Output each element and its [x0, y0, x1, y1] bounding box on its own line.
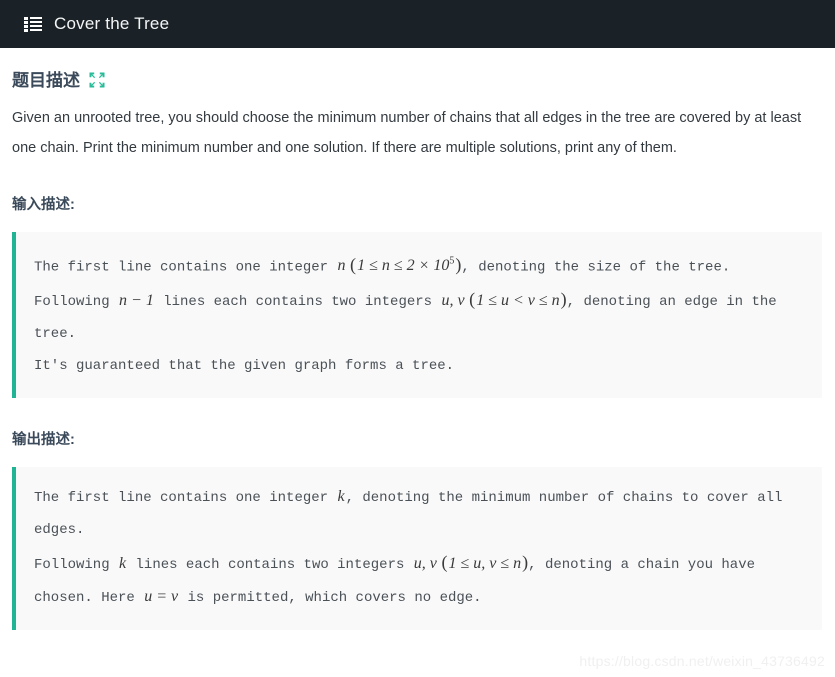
math-k-2: k — [119, 555, 127, 573]
math-n: n — [337, 257, 346, 275]
math-u-v-range: 1 ≤ u < v ≤ n — [476, 292, 560, 310]
math-n-minus-1: n − 1 — [119, 292, 154, 310]
input-line-1-text-a: The first line contains one integer — [34, 259, 337, 276]
math-u-equals-v: u = v — [144, 588, 179, 606]
output-line-2: Following k lines each contains two inte… — [34, 546, 804, 614]
math-paren-open-2: ( — [465, 289, 476, 310]
math-paren-open: ( — [346, 254, 357, 275]
output-line-1: The first line contains one integer k, d… — [34, 481, 804, 546]
input-description-heading: 输入描述: — [12, 197, 75, 213]
list-icon — [24, 16, 42, 32]
math-k: k — [337, 488, 345, 506]
output-line-2-text-b: lines each contains two integers — [127, 557, 413, 574]
math-u-v-range-2: 1 ≤ u, v ≤ n — [448, 555, 522, 573]
page-title: Cover the Tree — [54, 14, 170, 33]
input-line-2-text-b: lines each contains two integers — [154, 294, 441, 311]
expand-arrows-icon[interactable] — [89, 72, 105, 88]
problem-description-heading: 题目描述 — [12, 48, 823, 91]
math-paren-open-3: ( — [437, 552, 448, 573]
output-line-1-text-a: The first line contains one integer — [34, 490, 337, 507]
output-line-2-text-a: Following — [34, 557, 119, 574]
problem-description-text: Given an unrooted tree, you should choos… — [12, 110, 802, 156]
input-description-block: The first line contains one integer n (1… — [12, 232, 822, 399]
output-line-2-text-d: is permitted, which covers no edge. — [179, 590, 482, 607]
math-n-range: 1 ≤ n ≤ 2 × 105 — [357, 256, 455, 275]
input-line-1: The first line contains one integer n (1… — [34, 246, 804, 283]
app-header: Cover the Tree — [0, 0, 835, 48]
math-u-v: u, v — [441, 292, 465, 310]
output-description-heading: 输出描述: — [12, 432, 75, 449]
problem-description-label: 题目描述 — [12, 71, 80, 90]
input-line-3: It's guaranteed that the given graph for… — [34, 358, 455, 375]
output-description-block: The first line contains one integer k, d… — [12, 467, 822, 631]
problem-content: 题目描述 Given an unrooted tree, you should … — [0, 48, 835, 631]
input-line-2-text-a: Following — [34, 294, 119, 311]
math-u-v-2: u, v — [413, 555, 437, 573]
watermark: https://blog.csdn.net/weixin_43736492 — [579, 653, 825, 669]
input-line-1-text-b: , denoting the size of the tree. — [461, 259, 731, 276]
input-line-2: Following n − 1 lines each contains two … — [34, 283, 804, 350]
